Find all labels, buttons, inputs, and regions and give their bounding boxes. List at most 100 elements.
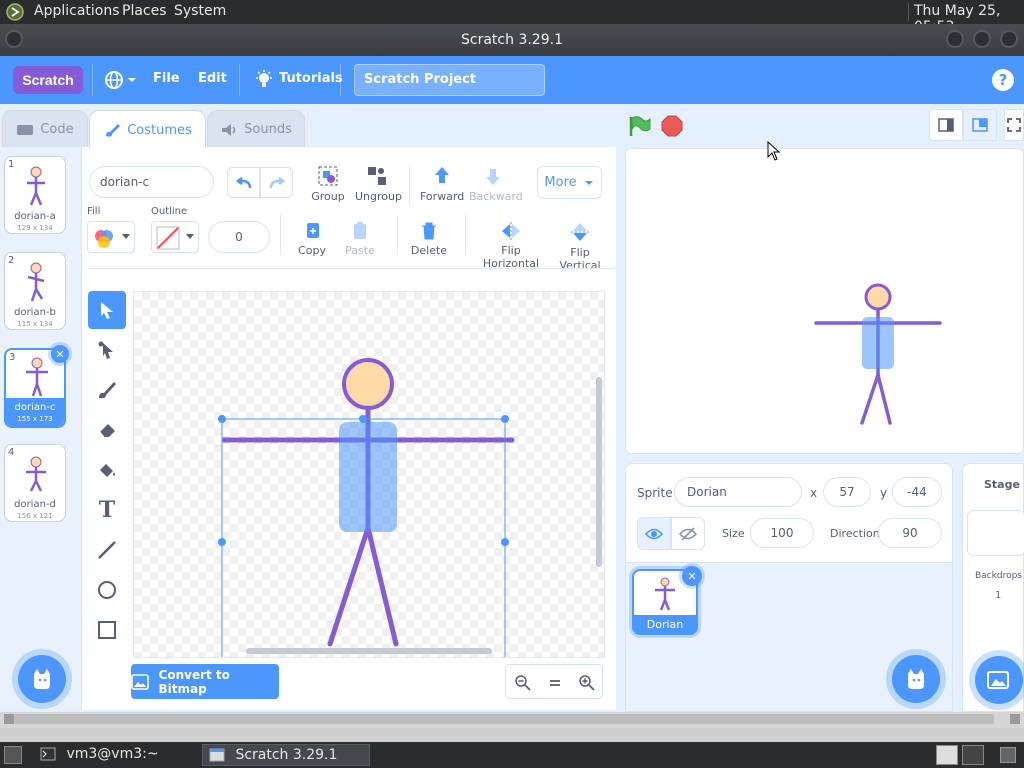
forward-button[interactable]: Forward bbox=[420, 165, 464, 203]
tab-code[interactable]: Code bbox=[2, 110, 88, 148]
distro-icon[interactable] bbox=[6, 3, 24, 21]
window-title: Scratch 3.29.1 bbox=[461, 32, 563, 48]
text-tool[interactable]: T bbox=[88, 491, 126, 529]
hide-sprite-button[interactable] bbox=[671, 517, 705, 550]
text-icon: T bbox=[98, 497, 116, 523]
app-logo[interactable]: Scratch bbox=[13, 66, 83, 94]
brush-icon bbox=[99, 382, 116, 399]
more-dropdown[interactable]: More bbox=[537, 166, 602, 199]
show-sprite-button[interactable] bbox=[637, 517, 671, 550]
tab-sounds[interactable]: Sounds bbox=[207, 110, 305, 148]
delete-button[interactable]: Delete bbox=[410, 221, 448, 257]
sprite-name: Dorian bbox=[646, 618, 684, 631]
circle-icon bbox=[98, 581, 116, 599]
ungroup-button[interactable]: Ungroup bbox=[355, 165, 402, 203]
eraser-tool[interactable] bbox=[88, 411, 126, 449]
brush-tool[interactable] bbox=[88, 371, 126, 409]
project-title-input[interactable]: Scratch Project bbox=[354, 64, 545, 96]
maximize-button[interactable] bbox=[973, 30, 991, 48]
flip-horizontal-button[interactable]: Flip Horizontal bbox=[476, 221, 546, 270]
window-icon bbox=[209, 748, 225, 762]
costume-name-input[interactable]: dorian-c bbox=[89, 166, 214, 198]
copy-button[interactable]: Copy bbox=[296, 221, 328, 257]
file-menu[interactable]: File bbox=[153, 71, 180, 86]
tutorials-menu[interactable]: Tutorials bbox=[279, 71, 343, 86]
task-terminal[interactable]: vm3@vm3:~ bbox=[34, 744, 199, 766]
stage-canvas[interactable] bbox=[625, 148, 1024, 454]
costume-item[interactable]: 4 dorian-d 156 x 121 bbox=[4, 444, 66, 522]
circle-tool[interactable] bbox=[88, 571, 126, 609]
tab-costumes[interactable]: Costumes bbox=[89, 110, 206, 149]
fill-tool[interactable] bbox=[88, 451, 126, 489]
costume-drawing bbox=[218, 358, 602, 657]
minimize-button[interactable] bbox=[946, 30, 964, 48]
select-tool[interactable] bbox=[88, 291, 126, 329]
workspace-1[interactable] bbox=[936, 745, 958, 765]
trash-applet-icon[interactable] bbox=[1000, 747, 1016, 763]
task-scratch[interactable]: Scratch 3.29.1 bbox=[202, 744, 370, 766]
direction-input[interactable]: 90 bbox=[878, 518, 942, 548]
group-button[interactable]: Group bbox=[310, 165, 346, 203]
line-tool[interactable] bbox=[88, 531, 126, 569]
convert-to-bitmap-button[interactable]: Convert to Bitmap bbox=[131, 664, 279, 699]
sprite-name-input[interactable]: Dorian bbox=[674, 477, 802, 507]
edit-menu[interactable]: Edit bbox=[198, 71, 227, 86]
outline-color-picker[interactable] bbox=[151, 221, 199, 253]
no-outline-icon bbox=[156, 226, 180, 250]
delete-costume-icon[interactable]: ✕ bbox=[51, 345, 69, 363]
sprite-label: Sprite bbox=[637, 486, 673, 500]
delete-sprite-icon[interactable]: ✕ bbox=[682, 566, 702, 586]
costume-item[interactable]: 2 dorian-b 115 x 134 bbox=[4, 252, 66, 330]
choose-costume-button[interactable] bbox=[18, 655, 66, 703]
show-desktop-icon[interactable] bbox=[4, 746, 22, 764]
outline-width-input[interactable]: 0 bbox=[208, 221, 270, 253]
flip-vertical-button[interactable]: Flip Vertical bbox=[552, 221, 608, 272]
scroll-left-arrow[interactable] bbox=[4, 714, 14, 724]
rectangle-tool[interactable] bbox=[88, 611, 126, 649]
y-input[interactable]: -44 bbox=[892, 477, 942, 507]
zoom-in-icon[interactable] bbox=[578, 674, 596, 692]
horizontal-scrollbar[interactable] bbox=[0, 712, 1024, 742]
redo-button[interactable] bbox=[260, 167, 293, 198]
green-flag-icon[interactable] bbox=[628, 115, 652, 137]
tutorials-lightbulb-icon[interactable] bbox=[254, 70, 274, 90]
trash-icon bbox=[422, 222, 436, 240]
applications-menu[interactable]: Applications bbox=[34, 3, 120, 19]
window-menu-button[interactable] bbox=[5, 30, 23, 48]
choose-sprite-button[interactable] bbox=[892, 655, 940, 703]
fullscreen-icon bbox=[1007, 118, 1021, 132]
system-menu[interactable]: System bbox=[174, 3, 226, 19]
large-stage-button[interactable] bbox=[963, 109, 997, 141]
paste-button[interactable]: Paste bbox=[343, 221, 377, 257]
language-globe-icon[interactable] bbox=[104, 70, 138, 90]
backdrops-label: Backdrops bbox=[975, 571, 1022, 581]
small-stage-button[interactable] bbox=[929, 109, 963, 141]
reshape-tool[interactable] bbox=[88, 331, 126, 369]
stage-title: Stage bbox=[984, 478, 1020, 491]
size-input[interactable]: 100 bbox=[750, 518, 814, 548]
scroll-right-arrow[interactable] bbox=[1010, 714, 1020, 724]
backward-button[interactable]: Backward bbox=[469, 165, 523, 203]
fullscreen-button[interactable] bbox=[1004, 109, 1024, 141]
workspace-2[interactable] bbox=[962, 745, 984, 765]
fill-swatch-icon bbox=[95, 230, 113, 248]
add-costume-icon bbox=[34, 669, 50, 689]
zoom-reset-icon[interactable] bbox=[546, 674, 564, 692]
zoom-out-icon[interactable] bbox=[514, 674, 532, 692]
x-input[interactable]: 57 bbox=[823, 477, 871, 507]
close-button[interactable] bbox=[1000, 30, 1018, 48]
costume-item[interactable]: 1 dorian-a 129 x 134 bbox=[4, 156, 66, 234]
places-menu[interactable]: Places bbox=[122, 3, 167, 19]
choose-backdrop-button[interactable] bbox=[975, 656, 1023, 704]
chevron-down-icon bbox=[584, 180, 593, 185]
paint-canvas[interactable] bbox=[133, 291, 605, 658]
undo-button[interactable] bbox=[227, 167, 260, 198]
window-titlebar[interactable]: Scratch 3.29.1 bbox=[0, 24, 1024, 56]
costume-thumbnail bbox=[27, 262, 45, 302]
help-icon[interactable]: ? bbox=[992, 69, 1014, 91]
scroll-thumb[interactable] bbox=[14, 714, 994, 724]
eraser-icon bbox=[99, 424, 115, 438]
stop-icon[interactable] bbox=[661, 115, 683, 137]
stage-selector[interactable]: Stage Backdrops 1 bbox=[962, 463, 1024, 712]
fill-color-picker[interactable] bbox=[87, 221, 135, 253]
